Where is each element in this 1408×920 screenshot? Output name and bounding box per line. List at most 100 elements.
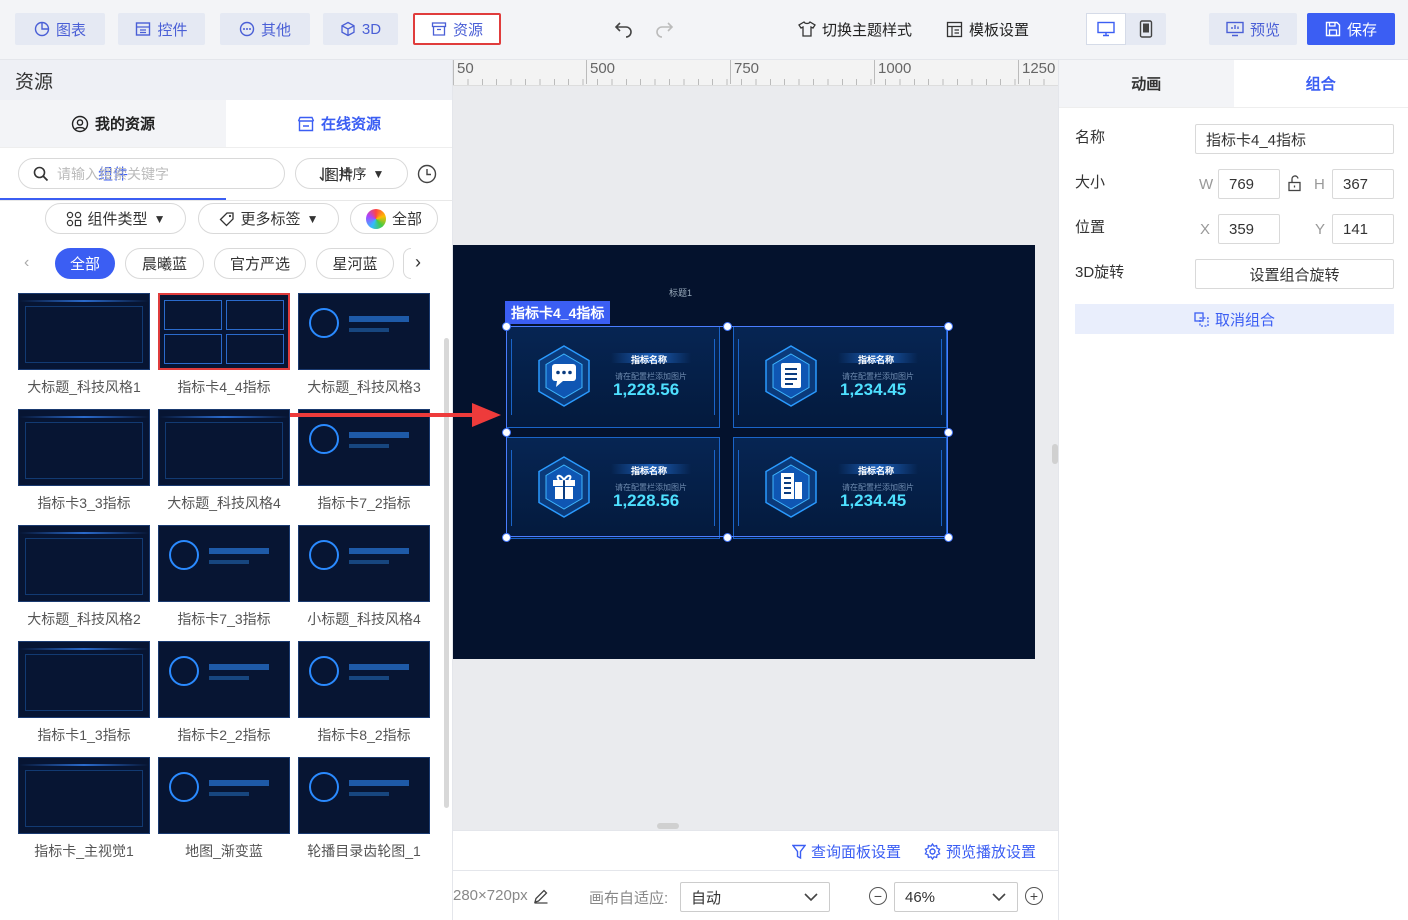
set-group-rotation-button[interactable]: 设置组合旋转 [1195, 259, 1394, 289]
component-thumbnail [18, 757, 150, 834]
tab-group[interactable]: 组合 [1234, 60, 1408, 107]
template-settings-button[interactable]: 模板设置 [946, 13, 1029, 45]
widget-icon [136, 22, 151, 36]
chip-official[interactable]: 官方严选 [214, 248, 306, 279]
height-input[interactable]: 367 [1332, 169, 1394, 199]
caret-down-icon: ▼ [372, 166, 385, 181]
color-wheel-icon [365, 208, 386, 229]
redo-icon[interactable] [654, 20, 674, 38]
y-input[interactable]: 141 [1332, 214, 1394, 244]
switch-theme-button[interactable]: 切换主题样式 [798, 13, 912, 45]
zoom-select[interactable]: 46% [894, 882, 1018, 912]
search-icon [33, 166, 49, 181]
component-card[interactable]: 指标卡_主视觉1 [18, 757, 150, 861]
resize-handle[interactable] [722, 532, 732, 542]
sort-dropdown[interactable]: 排序 ▼ [295, 158, 408, 189]
tab-other[interactable]: 其他 [220, 13, 310, 45]
component-caption: 小标题_科技风格4 [307, 611, 421, 627]
component-type-filter[interactable]: 组件类型 ▼ [45, 203, 186, 234]
component-caption: 地图_渐变蓝 [185, 843, 263, 859]
component-card[interactable]: 大标题_科技风格2 [18, 525, 150, 629]
edit-icon[interactable] [533, 888, 549, 904]
resize-handle[interactable] [943, 321, 953, 331]
tab-my-resources-label: 我的资源 [94, 116, 155, 133]
chevron-down-icon [992, 893, 1006, 902]
component-card[interactable]: 地图_渐变蓝 [158, 757, 290, 861]
component-card[interactable]: 大标题_科技风格3 [298, 293, 430, 397]
source-tabs: 我的资源 在线资源 [0, 100, 452, 148]
tag-icon [219, 211, 234, 226]
chip-dawn-blue[interactable]: 晨曦蓝 [125, 248, 204, 279]
x-input[interactable]: 359 [1218, 214, 1280, 244]
resize-handle[interactable] [501, 532, 511, 542]
monitor-icon [1226, 21, 1244, 37]
name-input[interactable]: 指标卡4_4指标 [1195, 124, 1394, 154]
minus-icon: − [873, 888, 883, 904]
tab-online-resources[interactable]: 在线资源 [226, 100, 452, 147]
resize-handle[interactable] [501, 321, 511, 331]
component-type-label: 组件类型 [87, 211, 148, 228]
cube-icon [341, 21, 355, 37]
resize-handle[interactable] [943, 427, 953, 437]
desktop-view-button[interactable] [1086, 13, 1126, 45]
chip-overflow[interactable] [403, 248, 411, 279]
chip-galaxy-blue[interactable]: 星河蓝 [316, 248, 394, 279]
component-card[interactable]: 指标卡8_2指标 [298, 641, 430, 745]
tab-resource[interactable]: 资源 [413, 13, 501, 45]
tab-widget[interactable]: 控件 [118, 13, 205, 45]
history-clock-icon[interactable] [417, 164, 437, 184]
tab-animation[interactable]: 动画 [1059, 60, 1234, 107]
zoom-in-button[interactable]: + [1025, 887, 1043, 905]
chip-all[interactable]: 全部 [55, 248, 115, 279]
component-thumbnail [158, 409, 290, 486]
group-selection-box[interactable] [506, 326, 948, 537]
ungroup-button[interactable]: 取消组合 [1075, 304, 1394, 334]
color-filter[interactable]: 全部 [350, 203, 438, 234]
tab-my-resources[interactable]: 我的资源 [0, 100, 226, 147]
more-tags-filter[interactable]: 更多标签 ▼ [198, 203, 339, 234]
component-card[interactable]: 指标卡7_3指标 [158, 525, 290, 629]
component-card[interactable]: 大标题_科技风格1 [18, 293, 150, 397]
desktop-icon [1097, 21, 1115, 37]
width-input[interactable]: 769 [1218, 169, 1280, 199]
component-card[interactable]: 指标卡2_2指标 [158, 641, 290, 745]
preview-button[interactable]: 预览 [1209, 13, 1297, 45]
tab-3d[interactable]: 3D [323, 13, 398, 45]
component-card[interactable]: 大标题_科技风格4 [158, 409, 290, 513]
chevron-left-icon[interactable]: ‹ [24, 254, 29, 272]
rotate-label: 3D旋转 [1075, 264, 1125, 281]
fit-mode-select[interactable]: 自动 [680, 882, 830, 912]
tab-3d-label: 3D [361, 20, 382, 38]
mobile-view-button[interactable] [1126, 13, 1166, 45]
tab-chart[interactable]: 图表 [15, 13, 105, 45]
height-value: 367 [1343, 175, 1369, 193]
chevron-right-icon[interactable]: › [415, 252, 421, 273]
component-thumbnail [158, 525, 290, 602]
zoom-out-button[interactable]: − [869, 887, 887, 905]
component-card[interactable]: 小标题_科技风格4 [298, 525, 430, 629]
resize-handle[interactable] [722, 321, 732, 331]
component-card[interactable]: 轮播目录齿轮图_1 [298, 757, 430, 861]
component-card[interactable]: 指标卡1_3指标 [18, 641, 150, 745]
resize-handle[interactable] [943, 532, 953, 542]
mobile-icon [1139, 20, 1153, 38]
canvas-footer: 280×720px 画布自适应: 自动 − 46% + [453, 870, 1058, 920]
component-thumbnail [158, 641, 290, 718]
user-circle-icon [71, 115, 89, 132]
bottom-panel-handle[interactable] [657, 823, 679, 829]
component-card[interactable]: 指标卡4_4指标 [158, 293, 290, 397]
resize-handle[interactable] [501, 427, 511, 437]
query-panel-settings-link[interactable]: 查询面板设置 [792, 841, 901, 862]
property-panel: 动画 组合 名称 指标卡4_4指标 大小 W 769 H 367 位置 X 35… [1058, 60, 1408, 920]
group-name-label: 指标卡4_4指标 [505, 301, 611, 324]
save-button[interactable]: 保存 [1307, 13, 1395, 45]
canvas-resolution: 280×720px [453, 887, 528, 904]
tab-resource-label: 资源 [452, 21, 483, 39]
component-card[interactable]: 指标卡3_3指标 [18, 409, 150, 513]
search-input[interactable]: 请输入搜索关键字 [18, 158, 285, 189]
undo-icon[interactable] [614, 20, 634, 38]
preview-play-settings-link[interactable]: 预览播放设置 [924, 841, 1036, 862]
caret-down-icon: ▼ [306, 211, 319, 226]
component-caption: 指标卡4_4指标 [177, 379, 271, 395]
unlock-icon[interactable] [1287, 175, 1303, 192]
